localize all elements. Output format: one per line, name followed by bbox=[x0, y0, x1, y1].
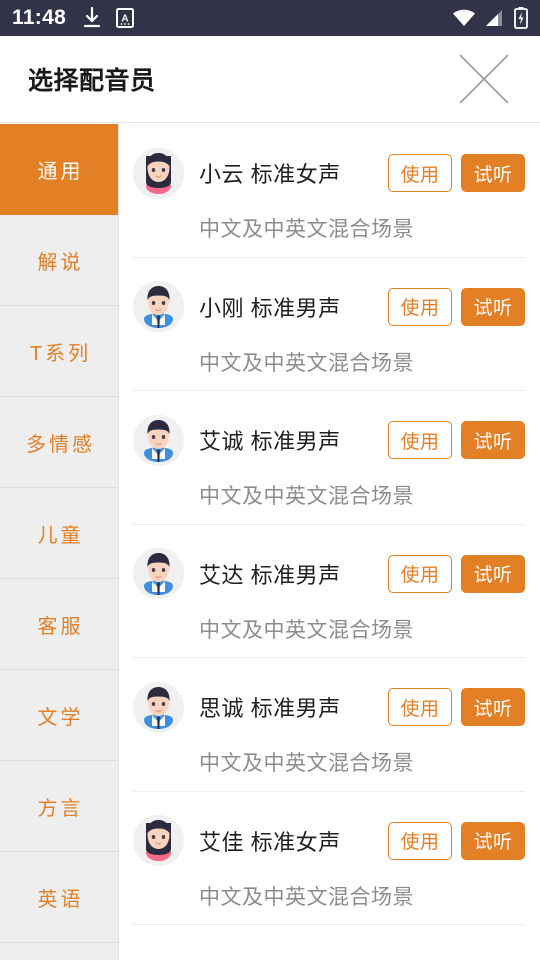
voice-name: 思诚 标准男声 bbox=[199, 696, 341, 721]
voice-list[interactable]: 小云 标准女声 使用 试听 中文及中英文混合场景 小刚 标准男声 使用 试听 中文及中英文混合… bbox=[119, 124, 540, 960]
status-right-icons bbox=[452, 7, 528, 29]
avatar-male bbox=[133, 281, 184, 332]
use-button[interactable]: 使用 bbox=[388, 688, 452, 726]
avatar-male bbox=[133, 548, 184, 599]
app-badge-a-icon: A bbox=[116, 8, 135, 28]
voice-row-header: 艾佳 标准女声 使用 试听 bbox=[133, 792, 525, 876]
voice-name: 小刚 标准男声 bbox=[199, 295, 341, 321]
sidebar-item-3[interactable]: 多情感 bbox=[0, 397, 118, 488]
voice-row-actions: 使用 试听 bbox=[388, 688, 525, 726]
voice-name: 艾达 标准男声 bbox=[199, 562, 341, 588]
sidebar-item-label: 儿童 bbox=[37, 524, 84, 547]
sidebar-item-label: 文学 bbox=[37, 706, 84, 729]
voice-row-actions: 使用 试听 bbox=[388, 421, 525, 459]
voice-row[interactable]: 艾佳 标准女声 使用 试听中文及中英文混合场景 bbox=[119, 792, 540, 926]
voice-row-header: 思诚 标准男声 使用 试听 bbox=[133, 658, 525, 742]
voice-row-header: 小云 标准女声 使用 试听 bbox=[133, 124, 525, 208]
sidebar-item-4[interactable]: 儿童 bbox=[0, 488, 118, 579]
sidebar-item-7[interactable]: 方言 bbox=[0, 761, 118, 852]
sidebar-item-label: 通用 bbox=[37, 160, 84, 183]
voice-row-header: 小刚 标准男声 使用 试听 bbox=[133, 258, 525, 342]
voice-description: 中文及中英文混合场景 bbox=[199, 351, 414, 375]
voice-row-actions: 使用 试听 bbox=[388, 154, 525, 192]
avatar bbox=[133, 548, 184, 599]
avatar-female bbox=[133, 147, 184, 199]
avatar bbox=[133, 815, 184, 866]
close-icon bbox=[459, 54, 509, 104]
sidebar-item-label: 客服 bbox=[37, 615, 84, 638]
sidebar-item-1[interactable]: 解说 bbox=[0, 215, 118, 306]
voice-row-actions: 使用 试听 bbox=[388, 287, 525, 326]
download-icon bbox=[83, 7, 101, 28]
voice-row[interactable]: 小云 标准女声 使用 试听中文及中英文混合场景 bbox=[119, 124, 540, 258]
category-sidebar[interactable]: 通用解说 T系列多情感儿童客服文学方言英语 bbox=[0, 124, 119, 960]
status-time: 11:48 bbox=[12, 6, 67, 29]
avatar bbox=[133, 414, 184, 466]
avatar-male bbox=[133, 681, 184, 733]
voice-description: 中文及中英文混合场景 bbox=[199, 485, 414, 508]
page-title: 选择配音员 bbox=[28, 67, 156, 95]
avatar bbox=[133, 147, 184, 199]
voice-description: 中文及中英文混合场景 bbox=[199, 752, 414, 775]
preview-button[interactable]: 试听 bbox=[461, 554, 525, 593]
preview-button[interactable]: 试听 bbox=[461, 688, 525, 726]
voice-picker-screen: 11:48 A 选择配音员 通用 解说 T系列 多情感 儿童 客服 文学 方言 … bbox=[0, 0, 540, 960]
app-header: 选择配音员 bbox=[0, 36, 540, 123]
preview-button[interactable]: 试听 bbox=[461, 821, 525, 860]
preview-button[interactable]: 试听 bbox=[461, 421, 525, 459]
voice-row-actions: 使用 试听 bbox=[388, 821, 525, 860]
voice-row[interactable]: 小刚 标准男声 使用 试听中文及中英文混合场景 bbox=[119, 258, 540, 392]
avatar bbox=[133, 681, 184, 733]
sidebar-item-8[interactable]: 英语 bbox=[0, 852, 118, 943]
use-button[interactable]: 使用 bbox=[388, 821, 452, 860]
voice-name: 艾诚 标准男声 bbox=[199, 429, 341, 454]
preview-button[interactable]: 试听 bbox=[461, 287, 525, 326]
status-bar: 11:48 A bbox=[0, 0, 540, 36]
close-button[interactable] bbox=[456, 51, 512, 107]
svg-text:A: A bbox=[121, 14, 128, 25]
use-button[interactable]: 使用 bbox=[388, 554, 452, 593]
sidebar-item-2[interactable]: T系列 bbox=[0, 306, 118, 397]
sidebar-item-0[interactable]: 通用 bbox=[0, 124, 118, 215]
voice-row-header: 艾达 标准男声 使用 试听 bbox=[133, 525, 525, 609]
sidebar-item-label: 多情感 bbox=[26, 433, 95, 456]
status-left-icons: A bbox=[82, 7, 135, 29]
sidebar-item-5[interactable]: 客服 bbox=[0, 579, 118, 670]
sidebar-item-6[interactable]: 文学 bbox=[0, 670, 118, 761]
sidebar-item-label: 英语 bbox=[37, 888, 84, 911]
battery-charging-icon bbox=[514, 7, 528, 29]
cellular-signal-icon bbox=[486, 10, 502, 26]
avatar-female bbox=[133, 815, 184, 866]
voice-name: 艾佳 标准女声 bbox=[199, 829, 341, 855]
voice-row-header: 艾诚 标准男声 使用 试听 bbox=[133, 391, 525, 475]
use-button[interactable]: 使用 bbox=[388, 154, 452, 192]
voice-row[interactable]: 艾诚 标准男声 使用 试听中文及中英文混合场景 bbox=[119, 391, 540, 525]
sidebar-item-label: 方言 bbox=[37, 797, 84, 820]
voice-description: 中文及中英文混合场景 bbox=[199, 218, 414, 241]
voice-name: 小云 标准女声 bbox=[199, 162, 341, 187]
avatar-male bbox=[133, 414, 184, 466]
sidebar-item-label: 解说 bbox=[37, 251, 84, 274]
sidebar-item-label: T系列 bbox=[29, 342, 92, 365]
wifi-icon bbox=[453, 9, 475, 26]
voice-description: 中文及中英文混合场景 bbox=[199, 885, 414, 909]
use-button[interactable]: 使用 bbox=[388, 287, 452, 326]
voice-row[interactable]: 思诚 标准男声 使用 试听中文及中英文混合场景 bbox=[119, 658, 540, 792]
avatar bbox=[133, 281, 184, 332]
use-button[interactable]: 使用 bbox=[388, 421, 452, 459]
preview-button[interactable]: 试听 bbox=[461, 154, 525, 192]
content-area: 通用 解说 T系列 多情感 儿童 客服 文学 方言 英语 小云 标准女声 使用 试听 中文及中英文混合… bbox=[0, 124, 540, 960]
voice-row[interactable]: 艾达 标准男声 使用 试听中文及中英文混合场景 bbox=[119, 525, 540, 659]
voice-row-actions: 使用 试听 bbox=[388, 554, 525, 593]
voice-description: 中文及中英文混合场景 bbox=[199, 618, 414, 642]
